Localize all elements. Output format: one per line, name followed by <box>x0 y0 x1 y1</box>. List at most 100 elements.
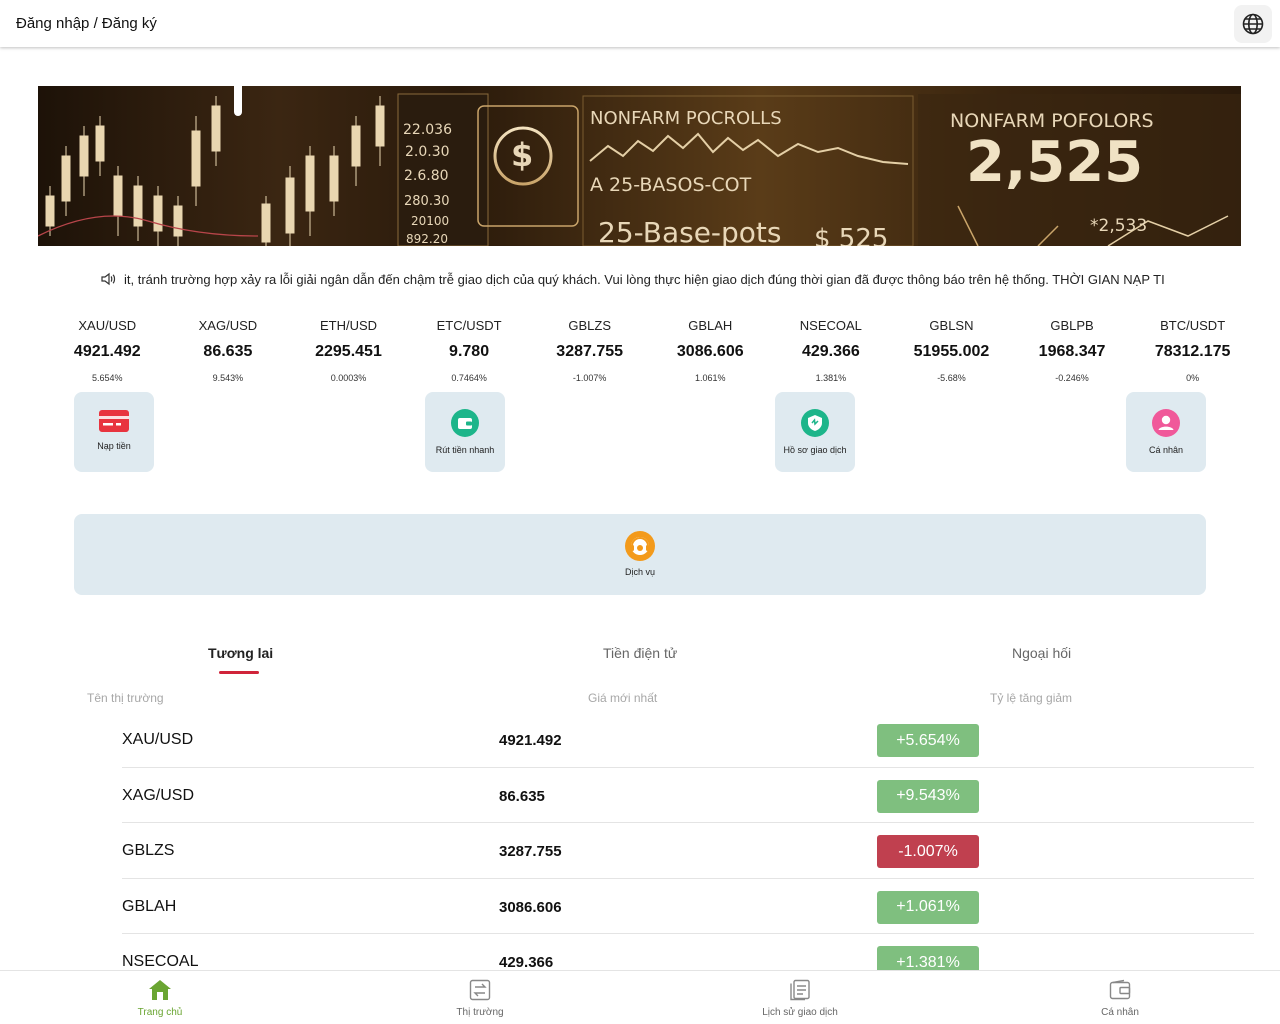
ticker-price: 3086.606 <box>676 343 744 360</box>
market-name: GBLZS <box>122 842 175 859</box>
wallet-outline-icon <box>1109 979 1131 1000</box>
ticker-item[interactable]: ETC/USDT 9.780 0.7464% <box>409 316 530 383</box>
banner-number-1: 22.036 <box>403 122 452 138</box>
tab-crypto[interactable]: Tiền điện tử <box>603 645 677 661</box>
market-row[interactable]: XAU/USD 4921.492 +5.654% <box>122 712 1254 768</box>
deposit-label: Nạp tiền <box>97 441 131 451</box>
globe-icon <box>1242 13 1264 34</box>
nav-home[interactable]: Trang chủ <box>0 971 320 1024</box>
ticker-item[interactable]: BTC/USDT 78312.175 0% <box>1132 316 1253 383</box>
login-register-link[interactable]: Đăng nhập / Đăng ký <box>16 15 157 32</box>
service-card[interactable]: Dịch vụ <box>74 514 1206 595</box>
active-tab-indicator <box>219 671 259 674</box>
user-icon <box>1152 409 1180 437</box>
ticker-price: 9.780 <box>449 343 490 360</box>
ticker-item[interactable]: GBLZS 3287.755 -1.007% <box>529 316 650 383</box>
ticker-change: -0.246% <box>1055 373 1089 383</box>
deposit-button[interactable]: Nạp tiền <box>74 392 154 472</box>
nav-market[interactable]: Thị trường <box>320 971 640 1024</box>
banner-number-2: 2.0.30 <box>405 144 450 160</box>
banner-subtitle: A 25-BASOS-COT <box>590 174 752 196</box>
ticker-change: 5.654% <box>92 373 123 383</box>
ticker-symbol: GBLSN <box>929 318 974 333</box>
ticker-change: -5.68% <box>937 373 966 383</box>
tab-forex[interactable]: Ngoại hối <box>1012 645 1071 661</box>
banner-number-5: 20100 <box>411 214 450 228</box>
ticker-symbol: BTC/USDT <box>1160 318 1226 333</box>
credit-card-icon <box>99 410 129 432</box>
ticker-item[interactable]: GBLSN 51955.002 -5.68% <box>891 316 1012 383</box>
ticker-price: 51955.002 <box>913 343 990 360</box>
change-badge: +9.543% <box>877 779 979 813</box>
ticker-change: 0.0003% <box>330 373 367 383</box>
ticker-symbol: NSECOAL <box>799 318 862 333</box>
ticker-item[interactable]: GBLPB 1968.347 -0.246% <box>1012 316 1133 383</box>
market-price: 3287.755 <box>499 843 562 860</box>
market-name: XAG/USD <box>122 786 195 804</box>
market-price: 86.635 <box>499 787 545 805</box>
banner-number-3: 2.6.80 <box>404 168 449 184</box>
column-change-rate: Tỷ lệ tăng giảm <box>990 691 1073 705</box>
dollar-icon: $ <box>511 136 534 174</box>
market-name: NSECOAL <box>122 953 199 970</box>
banner-notch <box>234 86 242 116</box>
trade-records-label: Hồ sơ giao dịch <box>783 445 847 455</box>
nav-history[interactable]: Lịch sử giao dịch <box>640 971 960 1024</box>
market-row[interactable]: XAG/USD 86.635 +9.543% <box>122 768 1254 823</box>
bottom-navigation: Trang chủ Thị trường Lịch sử giao dịch C… <box>0 970 1280 1024</box>
nav-me[interactable]: Cá nhân <box>960 971 1280 1024</box>
ticker-price: 1968.347 <box>1038 343 1106 360</box>
ticker-item[interactable]: NSECOAL 429.366 1.381% <box>771 316 892 383</box>
profile-button[interactable]: Cá nhân <box>1126 392 1206 472</box>
ticker-item[interactable]: XAG/USD 86.635 9.543% <box>168 316 289 383</box>
tab-futures[interactable]: Tương lai <box>208 645 273 661</box>
ticker-price: 86.635 <box>203 343 253 360</box>
document-icon <box>790 979 810 1001</box>
ticker-symbol: XAU/USD <box>78 318 137 333</box>
withdraw-button[interactable]: Rút tiền nhanh <box>425 392 505 472</box>
notice-text: it, tránh trường hợp xảy ra lỗi giải ngâ… <box>124 271 1165 287</box>
language-button[interactable] <box>1234 4 1272 43</box>
market-list: XAU/USD 4921.492 +5.654% XAG/USD 86.635 … <box>122 712 1254 990</box>
customer-service-icon <box>625 531 655 561</box>
market-name: GBLAH <box>122 897 177 915</box>
banner-number-4: 280.30 <box>404 194 450 209</box>
withdraw-label: Rút tiền nhanh <box>435 445 495 455</box>
profile-label: Cá nhân <box>1148 445 1184 455</box>
wallet-icon <box>451 409 479 437</box>
ticker-change: 0% <box>1186 373 1200 383</box>
ticker-item[interactable]: ETH/USD 2295.451 0.0003% <box>288 316 409 383</box>
market-price: 3086.606 <box>499 898 562 916</box>
ticker-change: -1.007% <box>572 373 607 383</box>
market-row[interactable]: GBLAH 3086.606 +1.061% <box>122 879 1254 934</box>
ticker-symbol: ETC/USDT <box>436 318 502 333</box>
ticker-price: 78312.175 <box>1154 343 1231 360</box>
ticker-item[interactable]: GBLAH 3086.606 1.061% <box>650 316 771 383</box>
ticker-change: 1.381% <box>815 373 847 383</box>
ticker-price: 2295.451 <box>315 343 382 360</box>
exchange-icon <box>469 979 491 1001</box>
banner-caption: 25-Base-pots <box>598 216 782 246</box>
ticker-symbol: GBLPB <box>1050 318 1094 333</box>
ticker-item[interactable]: XAU/USD 4921.492 5.654% <box>47 316 168 383</box>
shield-icon <box>801 409 829 437</box>
nav-market-label: Thị trường <box>456 1007 504 1018</box>
price-ticker: XAU/USD 4921.492 5.654% XAG/USD 86.635 9.543… <box>47 316 1253 383</box>
market-row[interactable]: GBLZS 3287.755 -1.007% <box>122 823 1254 879</box>
banner-title-2: NONFARM POFOLORS <box>950 110 1154 132</box>
market-tabs: Tương lai Tiền điện tử Ngoại hối <box>0 640 1280 680</box>
ticker-change: 1.061% <box>695 373 726 383</box>
banner-number-7: *2,533 <box>1090 216 1148 236</box>
banner-figure: 2,525 <box>966 130 1144 195</box>
ticker-symbol: ETH/USD <box>319 318 378 333</box>
trade-records-button[interactable]: Hồ sơ giao dịch <box>775 392 855 472</box>
banner-dollar-caption: $ 525 <box>814 224 889 246</box>
ticker-price: 3287.755 <box>556 343 624 360</box>
nav-me-label: Cá nhân <box>1101 1007 1139 1018</box>
column-market-name: Tên thị trường <box>87 691 164 705</box>
banner-number-6: 892.20 <box>406 232 448 246</box>
column-latest-price: Giá mới nhất <box>588 691 658 705</box>
home-icon <box>149 980 171 1000</box>
promo-banner[interactable]: NONFARM POCROLLS NONFARM POFOLORS A 25-B… <box>38 86 1241 246</box>
nav-home-label: Trang chủ <box>137 1007 183 1018</box>
